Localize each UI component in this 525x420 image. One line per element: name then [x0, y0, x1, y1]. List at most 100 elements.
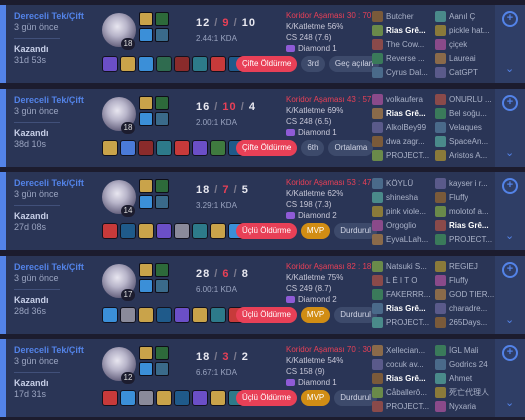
- chevron-down-icon[interactable]: ⌄: [505, 146, 514, 159]
- player-row[interactable]: dwa zagr...: [372, 135, 434, 149]
- expand-panel[interactable]: + ⌄: [495, 5, 525, 83]
- player-row[interactable]: Rias Grê...: [372, 302, 434, 316]
- player-name[interactable]: SpaceAn...: [449, 137, 488, 146]
- player-name[interactable]: Cyrus Dal...: [386, 68, 428, 77]
- chevron-down-icon[interactable]: ⌄: [505, 62, 514, 75]
- summoner-spell-icon[interactable]: [139, 95, 153, 110]
- add-circle-icon[interactable]: +: [502, 345, 518, 361]
- player-name[interactable]: FAKERRR...: [386, 290, 430, 299]
- player-name[interactable]: Velaques: [449, 123, 482, 132]
- expand-panel[interactable]: + ⌄: [495, 255, 525, 334]
- item-icon[interactable]: [138, 139, 154, 156]
- item-icon[interactable]: [210, 56, 226, 72]
- player-row[interactable]: SpaceAn...: [435, 135, 497, 149]
- item-icon[interactable]: [102, 390, 118, 406]
- expand-panel[interactable]: + ⌄: [495, 172, 525, 250]
- player-row[interactable]: volkaufera: [372, 93, 434, 107]
- match-row[interactable]: Dereceli Tek/Çift 3 gün önce Kazandı 31d 53…: [0, 5, 525, 83]
- chevron-down-icon[interactable]: ⌄: [505, 313, 514, 326]
- player-row[interactable]: Rias Grê...: [372, 371, 434, 385]
- item-icon[interactable]: [210, 306, 226, 323]
- player-name[interactable]: cocuk av...: [386, 360, 424, 369]
- item-icon[interactable]: [174, 56, 190, 72]
- rune-icon[interactable]: [155, 278, 169, 293]
- player-row[interactable]: Rias Grê...: [372, 23, 434, 37]
- item-icon[interactable]: [192, 390, 208, 406]
- player-row[interactable]: Natsuki S...: [372, 260, 434, 274]
- player-row[interactable]: Rias Grê...: [372, 107, 434, 121]
- add-circle-icon[interactable]: +: [502, 261, 518, 278]
- player-row[interactable]: PROJECT...: [435, 232, 497, 246]
- rune-icon[interactable]: [155, 262, 169, 277]
- player-row[interactable]: Nyxaria: [435, 399, 497, 413]
- rune-icon[interactable]: [155, 362, 169, 376]
- player-row[interactable]: PROJECT...: [372, 316, 434, 330]
- player-row[interactable]: Orgoglio: [372, 218, 434, 232]
- item-icon[interactable]: [156, 139, 172, 156]
- player-name[interactable]: İGL Mali: [449, 346, 479, 355]
- player-row[interactable]: İGL Mali: [435, 343, 497, 357]
- player-row[interactable]: pink viole...: [372, 204, 434, 218]
- player-row[interactable]: Cåballerô...: [372, 385, 434, 399]
- player-name[interactable]: Rias Grê...: [449, 221, 489, 230]
- rune-icon[interactable]: [155, 95, 169, 110]
- summoner-spell-icon[interactable]: [139, 195, 153, 209]
- player-name[interactable]: PROJECT...: [386, 402, 429, 411]
- player-name[interactable]: PROJECT...: [449, 235, 492, 244]
- player-name[interactable]: 死亡代理人: [449, 387, 489, 398]
- item-icon[interactable]: [156, 306, 172, 323]
- player-name[interactable]: molotof a...: [449, 207, 489, 216]
- player-row[interactable]: Ahmet: [435, 371, 497, 385]
- player-name[interactable]: Natsuki S...: [386, 262, 427, 271]
- player-name[interactable]: ONURLU ...: [449, 95, 492, 104]
- chevron-down-icon[interactable]: ⌄: [505, 396, 514, 409]
- item-icon[interactable]: [102, 56, 118, 72]
- item-icon[interactable]: [174, 306, 190, 323]
- player-name[interactable]: volkaufera: [386, 95, 423, 104]
- player-row[interactable]: pickle hat...: [435, 23, 497, 37]
- player-name[interactable]: pickle hat...: [449, 26, 489, 35]
- player-name[interactable]: pink viole...: [386, 207, 426, 216]
- rune-icon[interactable]: [155, 28, 169, 42]
- player-row[interactable]: charadre...: [435, 302, 497, 316]
- player-row[interactable]: EyvaLLah...: [372, 232, 434, 246]
- summoner-spell-icon[interactable]: [139, 278, 153, 293]
- player-name[interactable]: PROJECT...: [386, 151, 429, 160]
- player-name[interactable]: dwa zagr...: [386, 137, 425, 146]
- item-icon[interactable]: [156, 56, 172, 72]
- item-icon[interactable]: [138, 223, 154, 239]
- player-name[interactable]: The Cow...: [386, 40, 424, 49]
- item-icon[interactable]: [174, 139, 190, 156]
- add-circle-icon[interactable]: +: [502, 11, 518, 27]
- player-name[interactable]: Aristos A...: [449, 151, 487, 160]
- player-name[interactable]: GOD TIER...: [449, 290, 494, 299]
- player-name[interactable]: PROJECT...: [386, 318, 429, 327]
- item-icon[interactable]: [120, 223, 136, 239]
- player-row[interactable]: Aristos A...: [435, 149, 497, 163]
- player-row[interactable]: Xellecian...: [372, 343, 434, 357]
- player-row[interactable]: Reverse ...: [372, 51, 434, 65]
- player-row[interactable]: ONURLU ...: [435, 93, 497, 107]
- player-name[interactable]: Godrics 24: [449, 360, 488, 369]
- summoner-spell-icon[interactable]: [139, 179, 153, 193]
- player-row[interactable]: shinesha: [372, 190, 434, 204]
- match-row[interactable]: Dereceli Tek/Çift 3 gün önce Kazandı 17d 31…: [0, 339, 525, 417]
- item-icon[interactable]: [138, 56, 154, 72]
- player-row[interactable]: çiçek: [435, 37, 497, 51]
- item-icon[interactable]: [192, 56, 208, 72]
- match-row[interactable]: Dereceli Tek/Çift 3 gün önce Kazandı 27d 08…: [0, 172, 525, 250]
- player-row[interactable]: Velaques: [435, 121, 497, 135]
- item-icon[interactable]: [102, 223, 118, 239]
- player-name[interactable]: kayser i r...: [449, 179, 488, 188]
- item-icon[interactable]: [156, 390, 172, 406]
- item-icon[interactable]: [138, 390, 154, 406]
- item-icon[interactable]: [210, 390, 226, 406]
- player-name[interactable]: Xellecian...: [386, 346, 425, 355]
- player-row[interactable]: Fluffy: [435, 274, 497, 288]
- player-row[interactable]: CatGPT: [435, 65, 497, 79]
- item-icon[interactable]: [138, 306, 154, 323]
- item-icon[interactable]: [102, 306, 118, 323]
- player-row[interactable]: Laureai: [435, 51, 497, 65]
- player-row[interactable]: REGIEJ: [435, 260, 497, 274]
- player-row[interactable]: Butcher: [372, 9, 434, 23]
